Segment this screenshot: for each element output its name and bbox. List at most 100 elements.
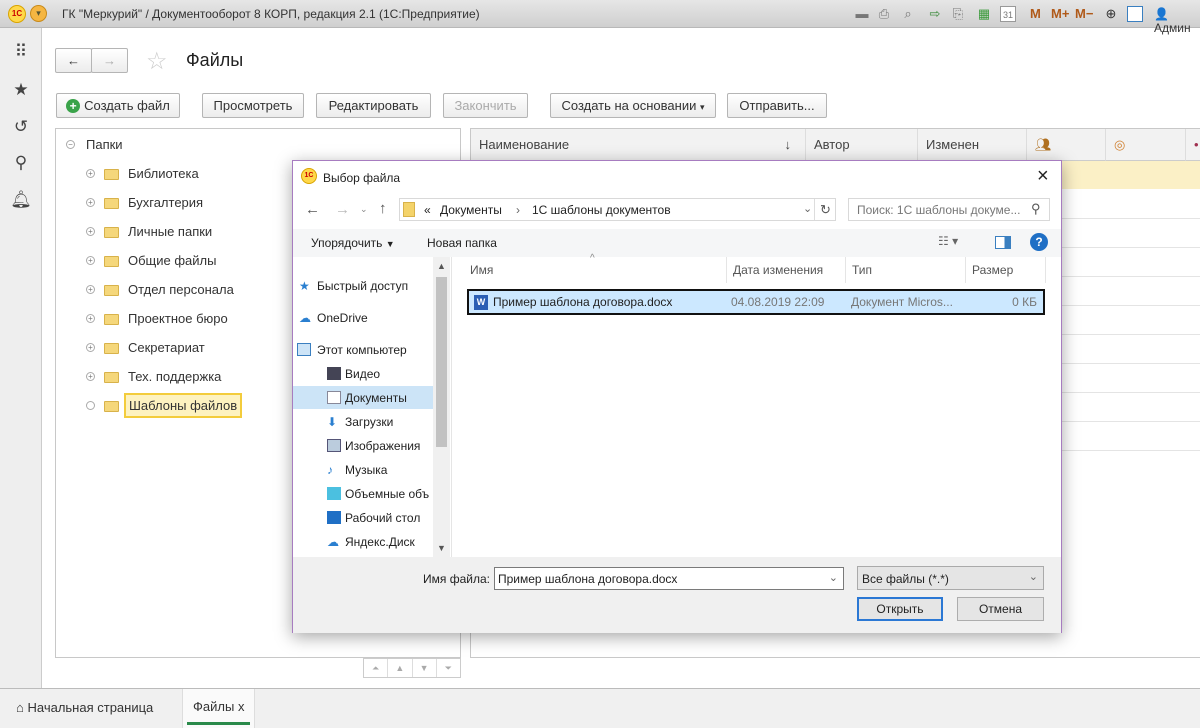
search-icon[interactable]: ⚲ xyxy=(0,153,42,173)
file-type-dropdown-icon[interactable]: ⌄ xyxy=(1029,570,1038,583)
main-menu-icon[interactable]: ▾ xyxy=(30,5,47,22)
fax-icon[interactable]: ⎘ xyxy=(950,6,966,22)
expand-icon[interactable]: + xyxy=(86,169,95,178)
close-tab-icon[interactable]: x xyxy=(238,699,245,714)
tab-home[interactable]: ⌂ Начальная страница xyxy=(16,700,153,715)
column-header-signature[interactable]: ◎ xyxy=(1106,129,1186,161)
column-header-type[interactable]: Тип xyxy=(846,257,966,283)
nav-item[interactable]: Этот компьютер xyxy=(297,339,407,361)
move-first-icon[interactable]: ⏶ xyxy=(364,659,389,677)
nav-item[interactable]: Объемные объ xyxy=(327,483,429,505)
breadcrumb-documents[interactable]: Документы xyxy=(440,203,502,217)
column-header-name[interactable]: Наименование ↓ xyxy=(471,129,806,161)
forward-arrow-icon[interactable]: → xyxy=(335,201,350,218)
up-arrow-icon[interactable]: ↑ xyxy=(379,200,387,217)
nav-item[interactable]: Изображения xyxy=(327,435,420,457)
close-icon[interactable]: × xyxy=(1037,165,1049,188)
open-button[interactable]: Открыть xyxy=(857,597,943,621)
expand-icon[interactable]: + xyxy=(86,314,95,323)
tree-item[interactable]: + Бухгалтерия xyxy=(86,192,203,214)
nav-scrollbar[interactable]: ▲ ▼ xyxy=(433,257,450,557)
tree-item[interactable]: + Личные папки xyxy=(86,221,212,243)
expand-icon[interactable]: + xyxy=(86,372,95,381)
panel-icon[interactable] xyxy=(1127,6,1143,22)
memory-minus-button[interactable]: M− xyxy=(1075,6,1093,21)
search-input[interactable]: Поиск: 1С шаблоны докуме... ⚲ xyxy=(848,198,1050,221)
filename-dropdown-icon[interactable]: ⌄ xyxy=(829,571,838,584)
move-down-icon[interactable]: ▼ xyxy=(413,659,437,677)
nav-item[interactable]: ♪ Музыка xyxy=(327,459,387,481)
column-header-date[interactable]: Дата изменения xyxy=(727,257,846,283)
create-file-button[interactable]: + Создать файл xyxy=(56,93,180,118)
tree-item[interactable]: + Библиотека xyxy=(86,163,199,185)
tree-item[interactable]: + Проектное бюро xyxy=(86,308,228,330)
scrollbar-thumb[interactable] xyxy=(436,277,447,447)
history-icon[interactable]: ↺ xyxy=(0,117,42,137)
send-icon[interactable]: ⇨ xyxy=(927,6,943,22)
expand-icon[interactable]: + xyxy=(86,256,95,265)
preview-pane-icon[interactable] xyxy=(995,236,1011,249)
nav-item[interactable]: Рабочий стол xyxy=(327,507,420,529)
print-icon[interactable]: ⎙ xyxy=(876,6,892,22)
refresh-icon[interactable]: ↻ xyxy=(814,199,836,220)
address-bar[interactable]: « Документы › 1С шаблоны документов ⌄ ↻ xyxy=(399,198,836,221)
edit-button[interactable]: Редактировать xyxy=(316,93,431,118)
memory-plus-button[interactable]: M+ xyxy=(1051,6,1069,21)
new-folder-button[interactable]: Новая папка xyxy=(427,236,497,250)
expand-icon[interactable]: + xyxy=(86,227,95,236)
tree-item[interactable]: + Отдел персонала xyxy=(86,279,234,301)
tree-item-selected[interactable]: Шаблоны файлов xyxy=(86,393,243,418)
collapse-icon[interactable]: − xyxy=(66,140,75,149)
calculator-icon[interactable]: ▦ xyxy=(976,6,992,22)
tab-files[interactable]: Файлы x xyxy=(182,689,256,728)
user-menu[interactable]: 👤Админ xyxy=(1154,7,1200,35)
nav-item[interactable]: ★ Быстрый доступ xyxy=(299,275,408,297)
bell-icon[interactable]: 🔔︎ xyxy=(0,190,42,210)
expand-icon[interactable]: + xyxy=(86,198,95,207)
column-header-name[interactable]: Имя xyxy=(464,257,727,283)
column-header-modified[interactable]: Изменен xyxy=(918,129,1027,161)
column-header-users[interactable]: 👥︎ xyxy=(1027,129,1106,161)
back-arrow-icon[interactable]: ← xyxy=(305,201,320,218)
calendar-icon[interactable]: 31 xyxy=(1000,6,1016,22)
column-header-flag[interactable]: • xyxy=(1186,129,1200,161)
file-type-select[interactable]: Все файлы (*.*) ⌄ xyxy=(857,566,1044,590)
send-button[interactable]: Отправить... xyxy=(727,93,827,118)
breadcrumb-folder[interactable]: 1С шаблоны документов xyxy=(532,203,671,217)
view-button[interactable]: Просмотреть xyxy=(202,93,304,118)
recent-dropdown-icon[interactable]: ⌄ xyxy=(360,204,368,215)
view-options-icon[interactable]: ☷ ▾ xyxy=(938,234,958,248)
move-up-icon[interactable]: ▲ xyxy=(388,659,413,677)
tree-item[interactable]: + Общие файлы xyxy=(86,250,216,272)
create-based-on-button[interactable]: Создать на основании ▾ xyxy=(550,93,716,118)
tree-item[interactable]: + Тех. поддержка xyxy=(86,366,221,388)
nav-item[interactable]: ⬇ Загрузки xyxy=(327,411,393,433)
zoom-icon[interactable]: ⊕ xyxy=(1103,6,1119,22)
nav-item[interactable]: ☁ OneDrive xyxy=(299,307,368,329)
address-dropdown-icon[interactable]: ⌄ xyxy=(803,202,812,215)
column-header-size[interactable]: Размер xyxy=(966,257,1046,283)
tree-item[interactable]: + Секретариат xyxy=(86,337,205,359)
back-button[interactable]: ← xyxy=(55,48,92,73)
expand-icon[interactable]: + xyxy=(86,285,95,294)
file-row-selected[interactable]: W Пример шаблона договора.docx 04.08.201… xyxy=(467,289,1045,315)
scroll-up-icon[interactable]: ▲ xyxy=(433,261,450,271)
organize-button[interactable]: Упорядочить ▼ xyxy=(311,236,395,250)
forward-button[interactable]: → xyxy=(91,48,128,73)
favorite-star-icon[interactable]: ☆ xyxy=(146,47,168,76)
cancel-button[interactable]: Отмена xyxy=(957,597,1044,621)
tree-root[interactable]: − Папки xyxy=(66,134,123,156)
help-icon[interactable]: ? xyxy=(1030,233,1048,251)
memory-button[interactable]: M xyxy=(1030,6,1041,21)
favorites-star-icon[interactable]: ★ xyxy=(0,80,42,100)
save-icon[interactable]: ▬ xyxy=(854,6,870,22)
filename-input[interactable]: Пример шаблона договора.docx ⌄ xyxy=(494,567,844,590)
finish-button[interactable]: Закончить xyxy=(443,93,528,118)
move-last-icon[interactable]: ⏷ xyxy=(437,659,460,677)
preview-icon[interactable]: ⌕ xyxy=(900,6,916,22)
nav-item-selected[interactable]: Документы xyxy=(327,387,407,409)
column-header-author[interactable]: Автор xyxy=(806,129,918,161)
expand-icon[interactable]: + xyxy=(86,343,95,352)
nav-item[interactable]: ☁ Яндекс.Диск xyxy=(327,531,415,553)
nav-item[interactable]: Видео xyxy=(327,363,380,385)
